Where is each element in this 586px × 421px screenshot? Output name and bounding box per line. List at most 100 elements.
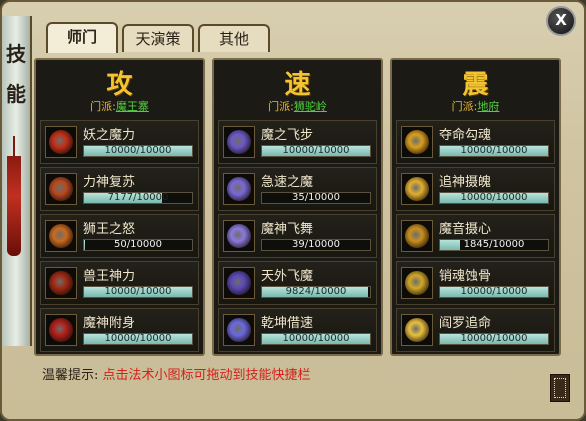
tip-text: 点击法术小图标可拖动到技能快捷栏	[102, 368, 311, 383]
skill-icon-art	[405, 224, 429, 248]
tip-label: 温馨提示:	[42, 368, 99, 383]
skill-name: 魔音摄心	[439, 222, 492, 237]
close-button[interactable]: X	[546, 6, 576, 36]
skill-progress-value: 9824/10000	[285, 286, 347, 297]
skill-name: 天外飞魔	[261, 269, 314, 284]
sect-line: 门派:地府	[392, 98, 559, 114]
skill-progress-bar: 10000/10000	[261, 333, 371, 345]
skill-progress-value: 10000/10000	[460, 192, 528, 203]
skill-row: 急速之魔 35/10000	[218, 167, 377, 211]
column-title: 震	[462, 70, 489, 100]
tab-shimen[interactable]: 师门	[46, 22, 118, 53]
skill-name: 兽王神力	[83, 269, 136, 284]
skill-progress-bar: 10000/10000	[83, 333, 193, 345]
swift-demon-icon[interactable]	[223, 173, 255, 205]
skill-icon-art	[405, 318, 429, 342]
demon-power-icon[interactable]	[45, 126, 77, 158]
sect-link[interactable]: 魔王寨	[116, 100, 149, 113]
skill-row: 妖之魔力 10000/10000	[40, 120, 199, 164]
spirit-chase-icon[interactable]	[401, 173, 433, 205]
skill-icon-art	[49, 177, 73, 201]
sect-line: 门派:魔王寨	[36, 98, 203, 114]
skill-row: 销魂蚀骨 10000/10000	[396, 261, 555, 305]
seal-icon	[550, 374, 570, 402]
skill-progress-value: 10000/10000	[282, 333, 350, 344]
skill-panel: 攻门派:魔王寨 妖之魔力 10000/10000 力神复苏 7177/10000 狮王之怒…	[32, 52, 582, 358]
skill-progress-bar: 10000/10000	[439, 192, 549, 204]
scroll-glyph: 技	[6, 42, 26, 66]
skill-progress-value: 39/10000	[292, 239, 340, 250]
demon-sound-icon[interactable]	[401, 220, 433, 252]
sky-flying-demon-icon[interactable]	[223, 267, 255, 299]
scroll-ornament: 技 能	[2, 16, 32, 346]
skill-name: 销魂蚀骨	[439, 269, 492, 284]
skill-progress-bar: 50/10000	[83, 239, 193, 251]
skill-row: 魔音摄心 1845/10000	[396, 214, 555, 258]
skill-row: 力神复苏 7177/10000	[40, 167, 199, 211]
skill-progress-value: 10000/10000	[282, 145, 350, 156]
demon-god-possession-icon[interactable]	[45, 314, 77, 346]
skill-icon-art	[49, 130, 73, 154]
skill-icon-art	[227, 224, 251, 248]
skill-icon-art	[227, 318, 251, 342]
skill-icon-art	[49, 224, 73, 248]
skill-name: 妖之魔力	[83, 128, 136, 143]
skill-row: 魔神飞舞 39/10000	[218, 214, 377, 258]
skill-progress-value: 10000/10000	[460, 145, 528, 156]
demon-flying-step-icon[interactable]	[223, 126, 255, 158]
sect-label: 门派:	[451, 100, 478, 113]
tab-other[interactable]: 其他	[198, 24, 270, 52]
column-attack: 攻门派:魔王寨 妖之魔力 10000/10000 力神复苏 7177/10000 狮王之怒…	[34, 58, 205, 356]
yama-chase-icon[interactable]	[401, 314, 433, 346]
skill-progress-value: 10000/10000	[460, 286, 528, 297]
skill-progress-bar: 10000/10000	[439, 145, 549, 157]
skill-row: 天外飞魔 9824/10000	[218, 261, 377, 305]
skill-progress-value: 1845/10000	[463, 239, 525, 250]
skill-name: 魔神飞舞	[261, 222, 314, 237]
sect-label: 门派:	[90, 100, 116, 113]
skill-name: 狮王之怒	[83, 222, 136, 237]
skill-icon-art	[405, 177, 429, 201]
demon-god-dance-icon[interactable]	[223, 220, 255, 252]
strength-revive-icon[interactable]	[45, 173, 77, 205]
lion-king-rage-icon[interactable]	[45, 220, 77, 252]
skill-name: 魔之飞步	[261, 128, 314, 143]
tab-tianyance[interactable]: 天演策	[122, 24, 194, 52]
skill-name: 乾坤借速	[261, 316, 314, 331]
sect-label: 门派:	[268, 100, 294, 113]
skill-name: 夺命勾魂	[439, 128, 492, 143]
skill-row: 夺命勾魂 10000/10000	[396, 120, 555, 164]
skill-name: 追神摄魄	[439, 175, 492, 190]
beast-king-power-icon[interactable]	[45, 267, 77, 299]
sect-link[interactable]: 地府	[477, 100, 499, 113]
skill-progress-value: 10000/10000	[104, 333, 172, 344]
scroll-glyph: 能	[6, 82, 26, 106]
sect-link[interactable]: 狮驼岭	[294, 100, 327, 113]
skill-progress-bar: 10000/10000	[439, 333, 549, 345]
skill-progress-bar: 1845/10000	[439, 239, 549, 251]
skill-progress-value: 35/10000	[292, 192, 340, 203]
soul-hook-icon[interactable]	[401, 126, 433, 158]
cosmos-borrow-speed-icon[interactable]	[223, 314, 255, 346]
skill-progress-value: 10000/10000	[104, 286, 172, 297]
skill-progress-bar: 10000/10000	[83, 286, 193, 298]
skill-icon-art	[49, 271, 73, 295]
skill-row: 兽王神力 10000/10000	[40, 261, 199, 305]
column-title: 速	[284, 70, 311, 100]
skill-progress-bar: 7177/10000	[83, 192, 193, 204]
column-title: 攻	[106, 70, 133, 100]
skill-row: 狮王之怒 50/10000	[40, 214, 199, 258]
skill-row: 追神摄魄 10000/10000	[396, 167, 555, 211]
skill-name: 魔神附身	[83, 316, 136, 331]
skill-icon-art	[227, 271, 251, 295]
skill-progress-value: 7177/10000	[107, 192, 169, 203]
skill-progress-value: 10000/10000	[460, 333, 528, 344]
column-speed: 速门派:狮驼岭魔之飞步 10000/10000 急速之魔 35/10000 魔神飞舞 39…	[212, 58, 383, 356]
skill-icon-art	[227, 177, 251, 201]
skill-name: 急速之魔	[261, 175, 314, 190]
skill-icon-art	[227, 130, 251, 154]
soul-erode-icon[interactable]	[401, 267, 433, 299]
skill-icon-art	[49, 318, 73, 342]
skill-icon-art	[405, 271, 429, 295]
skill-progress-bar: 10000/10000	[261, 145, 371, 157]
